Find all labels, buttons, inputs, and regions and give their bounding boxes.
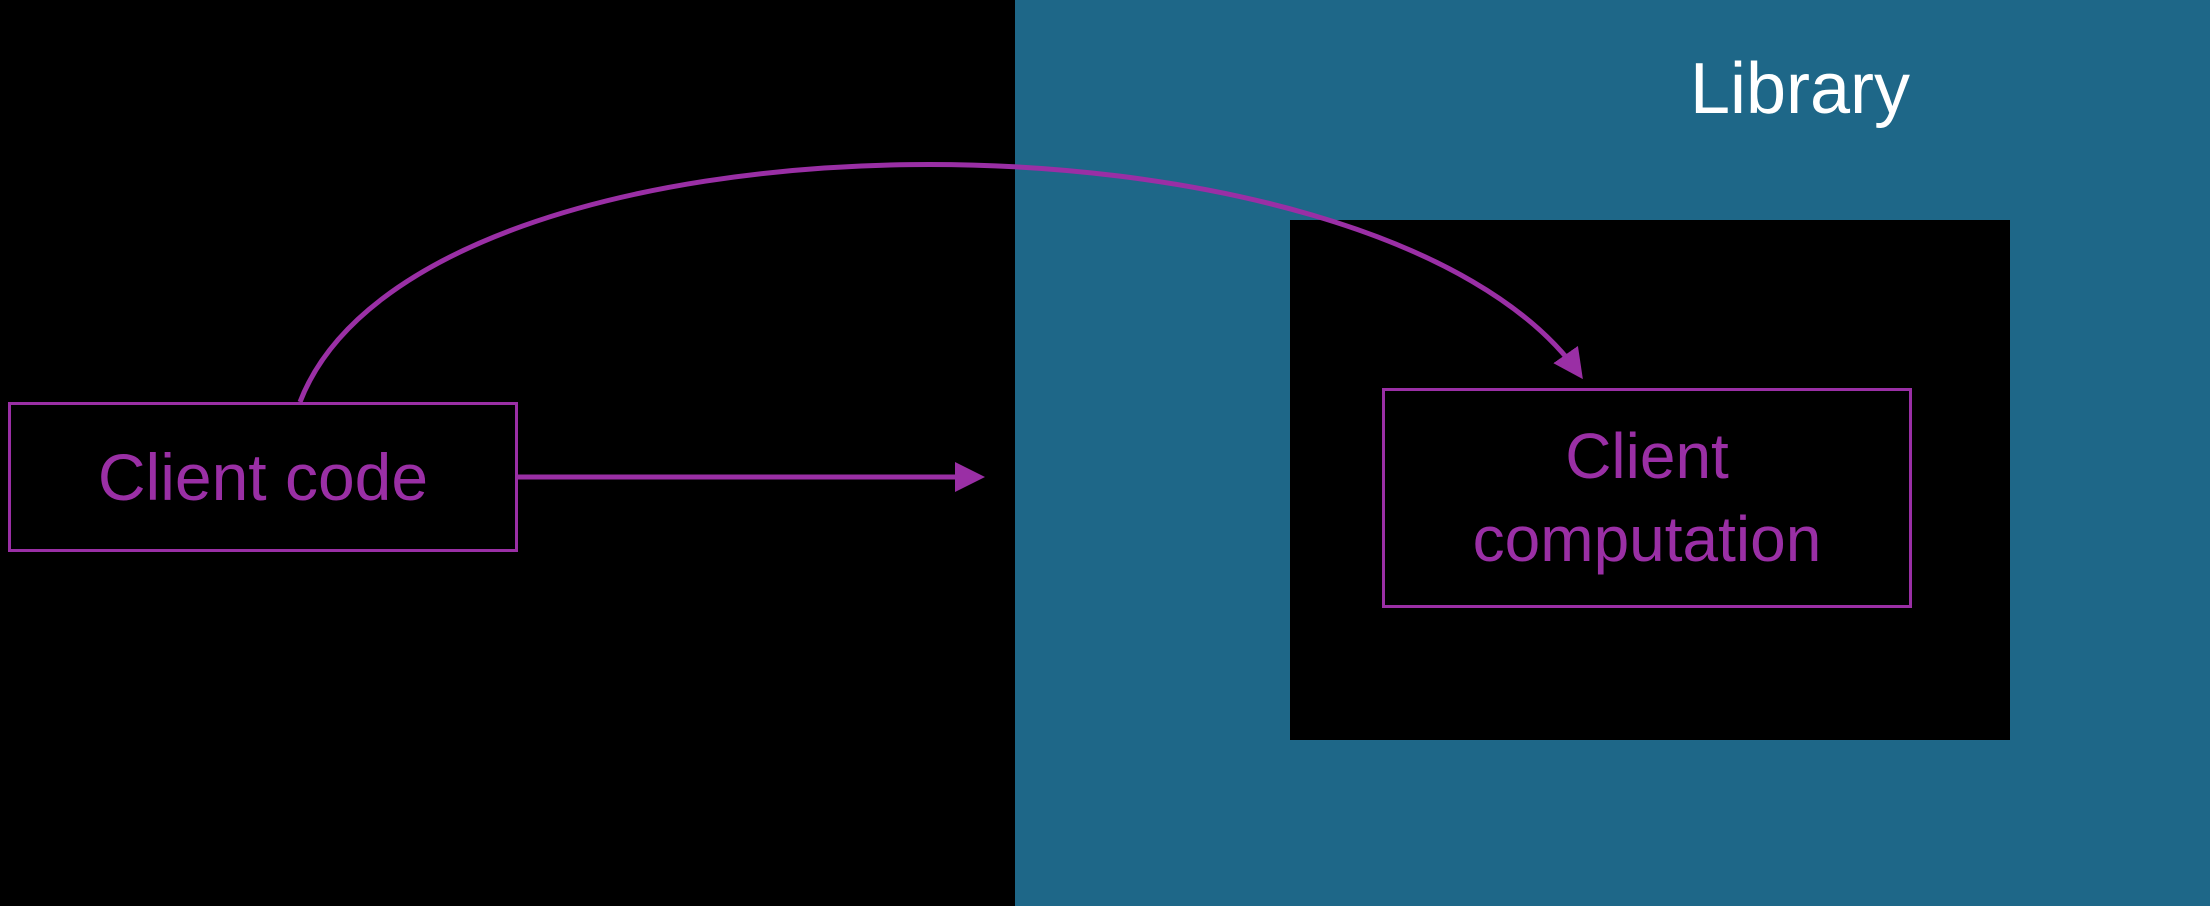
client-code-box: Client code: [8, 402, 518, 552]
client-computation-box: Client computation: [1382, 388, 1912, 608]
library-title: Library: [1560, 48, 2040, 130]
client-code-label: Client code: [98, 439, 428, 515]
diagram-canvas: Library Client code Client computation: [0, 0, 2210, 906]
client-computation-label: Client computation: [1473, 415, 1822, 581]
